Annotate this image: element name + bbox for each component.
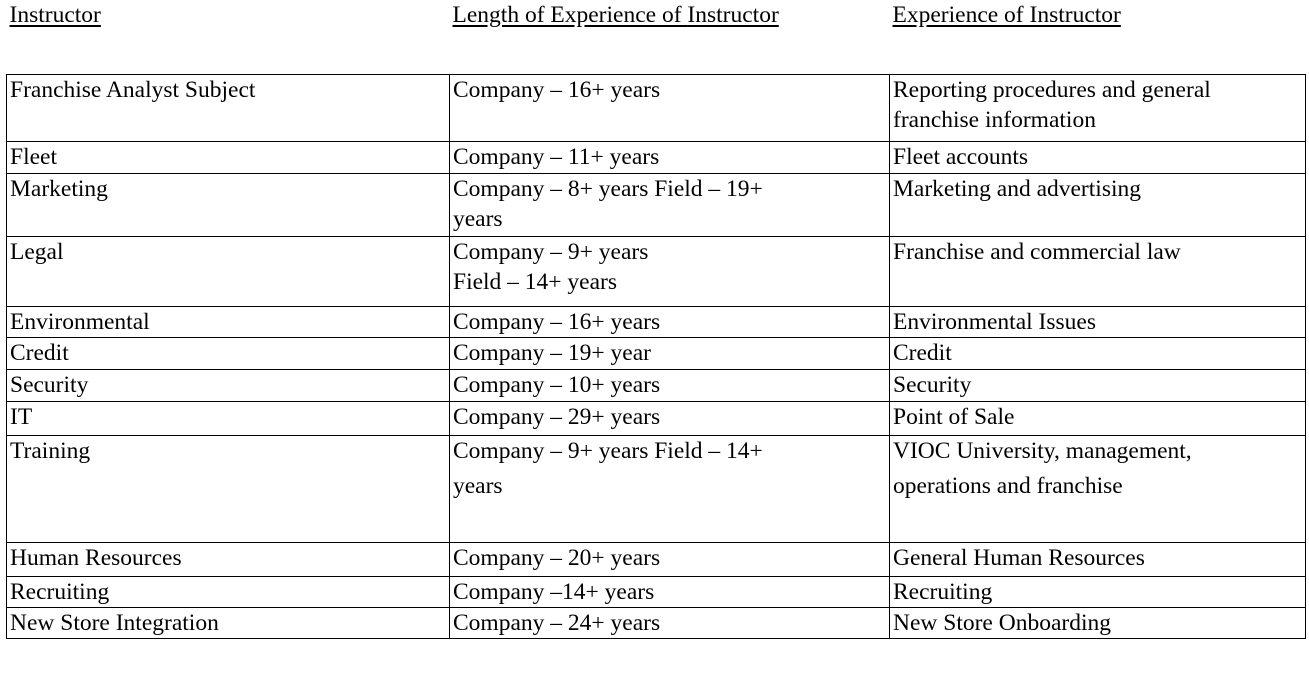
cell-instructor: Recruiting	[6, 575, 450, 608]
instructor-table: Instructor Length of Experience of Instr…	[6, 0, 1306, 639]
table-row: Environmental Company – 16+ years Enviro…	[6, 305, 1306, 338]
cell-experience: Credit	[889, 336, 1306, 370]
length-text: years	[453, 472, 503, 499]
instructor-text: Security	[10, 371, 89, 398]
length-text: Company – 16+ years	[453, 308, 661, 335]
table-row: Security Company – 10+ years Security	[6, 368, 1306, 402]
instructor-text: Marketing	[10, 175, 108, 202]
cell-length: Company – 9+ years Field – 14+ years	[449, 434, 890, 543]
cell-instructor: Fleet	[6, 140, 450, 174]
cell-length: Company – 8+ years Field – 19+ years	[449, 172, 890, 237]
table-row: New Store Integration Company – 24+ year…	[6, 606, 1306, 639]
cell-instructor: Credit	[6, 336, 450, 370]
cell-length: Company – 24+ years	[449, 606, 890, 639]
cell-length: Company – 29+ years	[449, 400, 890, 436]
table-row: Marketing Company – 8+ years Field – 19+…	[6, 172, 1306, 237]
table-row: Human Resources Company – 20+ years Gene…	[6, 541, 1306, 577]
table-row: Credit Company – 19+ year Credit	[6, 336, 1306, 370]
experience-text: Reporting procedures and general	[893, 76, 1211, 103]
cell-instructor: Training	[6, 434, 450, 543]
table-row: Franchise Analyst Subject Company – 16+ …	[6, 73, 1306, 142]
cell-experience: VIOC University, management, operations a…	[889, 434, 1306, 543]
cell-instructor: New Store Integration	[6, 606, 450, 639]
cell-experience: General Human Resources	[889, 541, 1306, 577]
cell-experience: New Store Onboarding	[889, 606, 1306, 639]
cell-instructor: Legal	[6, 235, 450, 307]
length-text: Company – 16+ years	[453, 76, 661, 103]
cell-length: Company – 9+ years Field – 14+ years	[449, 235, 890, 307]
cell-instructor: Franchise Analyst Subject	[6, 73, 450, 142]
cell-length: Company – 10+ years	[449, 368, 890, 402]
cell-experience: Reporting procedures and general franchis…	[889, 73, 1306, 142]
instructor-text: IT	[10, 403, 33, 430]
header-instructor-text: Instructor	[9, 2, 101, 28]
experience-text: Fleet accounts	[893, 143, 1029, 170]
cell-experience: Environmental Issues	[889, 305, 1306, 338]
experience-text: New Store Onboarding	[893, 609, 1111, 636]
header-experience: Experience of Instructor	[889, 0, 1306, 75]
experience-text: Point of Sale	[893, 403, 1015, 430]
length-text: Company – 19+ year	[453, 339, 651, 366]
table-row: Legal Company – 9+ years Field – 14+ year…	[6, 235, 1306, 307]
length-text: Company – 29+ years	[453, 403, 661, 430]
instructor-text: New Store Integration	[10, 609, 219, 636]
length-text: Field – 14+ years	[453, 268, 618, 295]
cell-instructor: Security	[6, 368, 450, 402]
experience-text: Franchise and commercial law	[893, 238, 1181, 265]
cell-experience: Recruiting	[889, 575, 1306, 608]
instructor-text: Fleet	[10, 143, 57, 170]
instructor-text: Environmental	[10, 308, 150, 335]
cell-length: Company – 16+ years	[449, 73, 890, 142]
cell-experience: Marketing and advertising	[889, 172, 1306, 237]
table-row: Fleet Company – 11+ years Fleet accounts	[6, 140, 1306, 174]
instructor-text: Franchise Analyst Subject	[10, 76, 256, 103]
length-text: Company – 24+ years	[453, 609, 661, 636]
cell-experience: Point of Sale	[889, 400, 1306, 436]
length-text: Company – 10+ years	[453, 371, 661, 398]
instructor-text: Recruiting	[10, 578, 110, 605]
cell-experience: Fleet accounts	[889, 140, 1306, 174]
experience-text: Marketing and advertising	[893, 175, 1141, 202]
instructor-text: Legal	[10, 238, 64, 265]
experience-text: franchise information	[893, 106, 1096, 133]
header-length-text-2: Instructor	[687, 2, 779, 28]
instructor-text: Credit	[10, 339, 69, 366]
cell-length: Company – 11+ years	[449, 140, 890, 174]
experience-text: Credit	[893, 339, 952, 366]
header-instructor: Instructor	[6, 0, 450, 75]
cell-experience: Security	[889, 368, 1306, 402]
length-text: Company – 11+ years	[453, 143, 660, 170]
cell-instructor: IT	[6, 400, 450, 436]
cell-length: Company –14+ years	[449, 575, 890, 608]
instructor-text: Training	[10, 437, 91, 464]
cell-length: Company – 19+ year	[449, 336, 890, 370]
cell-instructor: Environmental	[6, 305, 450, 338]
length-text: Company – 9+ years	[453, 238, 649, 265]
length-text: Company – 9+ years Field – 14+	[453, 437, 763, 464]
cell-length: Company – 16+ years	[449, 305, 890, 338]
experience-text: General Human Resources	[893, 544, 1145, 571]
header-length-text-1: Length of Experience of	[452, 2, 688, 28]
header-length: Length of Experience of Instructor	[449, 0, 890, 75]
experience-text: VIOC University, management,	[893, 437, 1192, 464]
experience-text: operations and franchise	[893, 472, 1123, 499]
experience-text: Security	[893, 371, 972, 398]
table-row: Training Company – 9+ years Field – 14+ y…	[6, 434, 1306, 543]
length-text: Company –14+ years	[453, 578, 655, 605]
cell-instructor: Human Resources	[6, 541, 450, 577]
table-row: Recruiting Company –14+ years Recruiting	[6, 575, 1306, 608]
length-text: Company – 8+ years Field – 19+	[453, 175, 763, 202]
cell-length: Company – 20+ years	[449, 541, 890, 577]
instructor-text: Human Resources	[10, 544, 182, 571]
experience-text: Environmental Issues	[893, 308, 1096, 335]
cell-experience: Franchise and commercial law	[889, 235, 1306, 307]
table-header-row: Instructor Length of Experience of Instr…	[6, 0, 1306, 75]
table-row: IT Company – 29+ years Point of Sale	[6, 400, 1306, 436]
header-experience-text: Experience of Instructor	[892, 2, 1121, 28]
experience-text: Recruiting	[893, 578, 993, 605]
cell-instructor: Marketing	[6, 172, 450, 237]
length-text: Company – 20+ years	[453, 544, 661, 571]
length-text: years	[453, 205, 503, 232]
